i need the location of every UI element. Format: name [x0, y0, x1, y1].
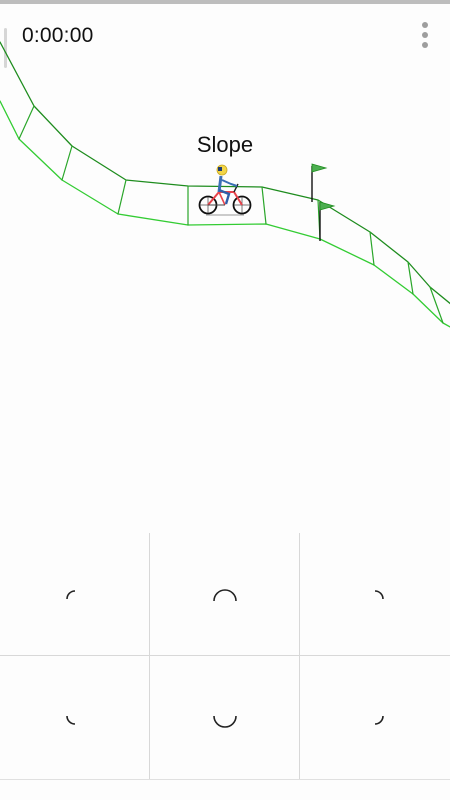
control-pad: [0, 533, 450, 780]
arc-bottom-right-icon: [374, 715, 384, 725]
game-screen[interactable]: 0:00:00 Slope: [0, 0, 450, 800]
lean-back-accelerate-button[interactable]: [0, 533, 149, 655]
lean-forward-accelerate-button[interactable]: [300, 533, 449, 655]
nav-bar-divider: [0, 779, 450, 780]
checkpoint-flag: [311, 163, 328, 202]
arc-top-right-icon: [374, 590, 384, 600]
accelerate-button[interactable]: [150, 533, 299, 655]
brake-button[interactable]: [150, 656, 299, 778]
level-title: Slope: [196, 132, 254, 157]
arc-top-icon: [213, 589, 237, 602]
lean-forward-brake-button[interactable]: [300, 656, 449, 778]
lean-back-brake-button[interactable]: [0, 656, 149, 778]
arc-bottom-left-icon: [66, 715, 76, 725]
bike-rider: [198, 164, 252, 216]
arc-bottom-icon: [213, 715, 237, 728]
arc-top-left-icon: [66, 590, 76, 600]
